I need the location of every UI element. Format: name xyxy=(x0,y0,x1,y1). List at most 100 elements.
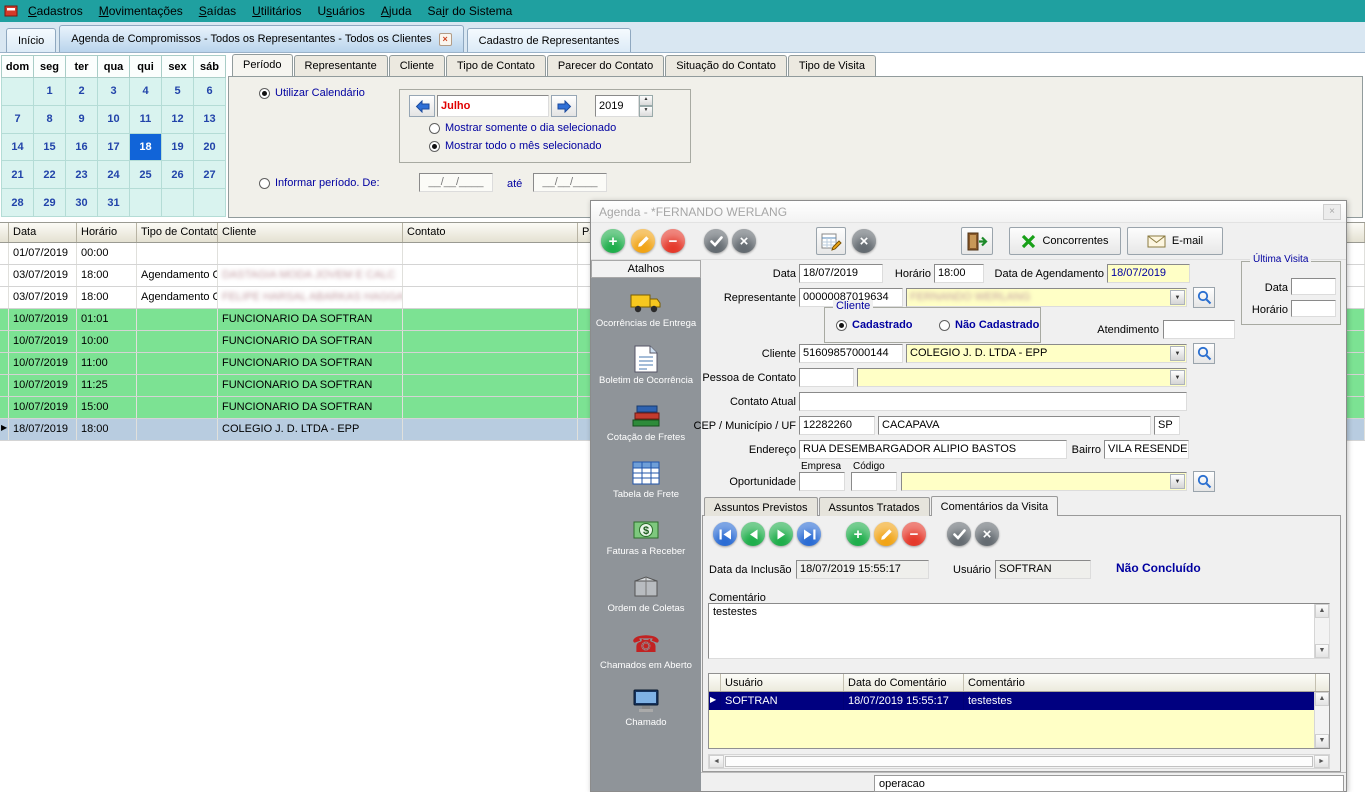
bairro-field[interactable]: VILA RESENDE xyxy=(1104,440,1189,459)
cancel-button[interactable]: × xyxy=(732,229,756,253)
comment-row[interactable]: ▶SOFTRAN18/07/2019 15:55:17testestes xyxy=(709,692,1314,710)
cep-field[interactable]: 12282260 xyxy=(799,416,875,435)
ultima-visita-data-field[interactable] xyxy=(1291,278,1336,295)
oportunidade-empresa-field[interactable] xyxy=(799,472,845,491)
calendar-day[interactable]: 27 xyxy=(194,161,226,189)
oportunidade-codigo-field[interactable] xyxy=(851,472,897,491)
radio-nao-cadastrado[interactable]: Não Cadastrado xyxy=(939,319,1039,331)
menu-item[interactable]: Saídas xyxy=(191,2,244,20)
visit-tab-0[interactable]: Assuntos Previstos xyxy=(704,497,818,516)
concorrentes-button[interactable]: Concorrentes xyxy=(1009,227,1121,255)
dialog-titlebar[interactable]: Agenda - *FERNANDO WERLANG xyxy=(591,201,1346,223)
calendar-day[interactable]: 29 xyxy=(34,189,66,217)
oportunidade-combo[interactable]: ▼ xyxy=(901,472,1187,491)
shortcut-item[interactable]: Ocorrências de Entrega xyxy=(592,288,700,329)
cancel-comment-button[interactable]: × xyxy=(975,522,999,546)
shortcut-item[interactable]: Boletim de Ocorrência xyxy=(592,345,700,386)
shortcut-item[interactable]: Tabela de Frete xyxy=(592,459,700,500)
cliente-combo[interactable]: COLEGIO J. D. LTDA - EPP ▼ xyxy=(906,344,1187,363)
close-agenda-button[interactable]: × xyxy=(852,229,876,253)
calendar-day[interactable]: 15 xyxy=(34,133,66,161)
cliente-search-button[interactable] xyxy=(1193,343,1215,364)
comments-column-header[interactable]: Data do Comentário xyxy=(844,674,964,691)
visit-tab-1[interactable]: Assuntos Tratados xyxy=(819,497,930,516)
agendamento-field[interactable]: 18/07/2019 xyxy=(1107,264,1190,283)
first-record-button[interactable] xyxy=(713,522,737,546)
radio-utilizar-calendario[interactable]: Utilizar Calendário xyxy=(259,87,365,99)
workspace-tab[interactable]: Início xyxy=(6,28,56,52)
representante-combo[interactable]: FERNANDO WERLANG ▼ xyxy=(906,288,1187,307)
scroll-right-icon[interactable]: ► xyxy=(1314,755,1329,768)
filter-tab-0[interactable]: Período xyxy=(232,54,293,76)
shortcut-item[interactable]: Chamado xyxy=(592,687,700,728)
uf-field[interactable]: SP xyxy=(1154,416,1180,435)
ultima-visita-horario-field[interactable] xyxy=(1291,300,1336,317)
scroll-left-icon[interactable]: ◄ xyxy=(709,755,724,768)
horario-field[interactable]: 18:00 xyxy=(934,264,984,283)
email-button[interactable]: E-mail xyxy=(1127,227,1223,255)
contato-atual-field[interactable] xyxy=(799,392,1187,411)
comments-grid-hscroll[interactable]: ◄ ► xyxy=(708,754,1330,769)
comments-column-header[interactable]: Usuário xyxy=(721,674,844,691)
filter-tab-3[interactable]: Tipo de Contato xyxy=(446,55,546,76)
shortcut-item[interactable]: Ordem de Coletas xyxy=(592,573,700,614)
year-spinner[interactable]: ▲▼ xyxy=(639,95,653,117)
representante-search-button[interactable] xyxy=(1193,287,1215,308)
filter-tab-4[interactable]: Parecer do Contato xyxy=(547,55,664,76)
spin-down-icon[interactable]: ▼ xyxy=(639,106,653,117)
filter-tab-6[interactable]: Tipo de Visita xyxy=(788,55,876,76)
atendimento-field[interactable] xyxy=(1163,320,1235,339)
edit-comment-button[interactable] xyxy=(874,522,898,546)
calendar-day[interactable]: 25 xyxy=(130,161,162,189)
calendar-day[interactable]: 23 xyxy=(66,161,98,189)
menu-item[interactable]: Utilitários xyxy=(244,2,309,20)
calendar-day[interactable]: 21 xyxy=(2,161,34,189)
grid-column-header[interactable]: Data xyxy=(9,223,77,242)
menu-item[interactable]: Usuários xyxy=(309,2,372,20)
month-field[interactable]: Julho xyxy=(437,95,549,117)
scroll-up-icon[interactable]: ▲ xyxy=(1315,692,1329,706)
tab-close-icon[interactable]: × xyxy=(439,33,452,46)
endereco-field[interactable]: RUA DESEMBARGADOR ALIPIO BASTOS xyxy=(799,440,1067,459)
calendar-day[interactable]: 6 xyxy=(194,78,226,106)
workspace-tab[interactable]: Cadastro de Representantes xyxy=(467,28,632,52)
year-field[interactable]: 2019 xyxy=(595,95,639,117)
calendar-day[interactable]: 31 xyxy=(98,189,130,217)
menu-item[interactable]: Cadastros xyxy=(20,2,91,20)
exit-button[interactable] xyxy=(961,227,993,255)
radio-informar-periodo[interactable]: Informar período. De: xyxy=(259,177,380,189)
filter-tab-2[interactable]: Cliente xyxy=(389,55,445,76)
menu-item[interactable]: Sair do Sistema xyxy=(420,2,521,20)
radio-mostrar-dia[interactable]: Mostrar somente o dia selecionado xyxy=(429,122,616,134)
chevron-down-icon[interactable]: ▼ xyxy=(1170,474,1185,489)
hscroll-thumb[interactable] xyxy=(725,756,1313,767)
textarea-vscroll[interactable]: ▲ ▼ xyxy=(1314,604,1329,658)
prev-month-button[interactable] xyxy=(409,95,435,117)
calendar-day[interactable]: 16 xyxy=(66,133,98,161)
confirm-button[interactable] xyxy=(704,229,728,253)
calendar-day[interactable]: 13 xyxy=(194,105,226,133)
next-month-button[interactable] xyxy=(551,95,577,117)
data-field[interactable]: 18/07/2019 xyxy=(799,264,883,283)
edit-button[interactable] xyxy=(631,229,655,253)
scroll-down-icon[interactable]: ▼ xyxy=(1315,644,1329,658)
calendar-day[interactable]: 26 xyxy=(162,161,194,189)
scroll-down-icon[interactable]: ▼ xyxy=(1315,734,1329,748)
comentario-textarea[interactable]: testestes ▲ ▼ xyxy=(708,603,1330,659)
add-comment-button[interactable]: + xyxy=(846,522,870,546)
filter-tab-1[interactable]: Representante xyxy=(294,55,388,76)
calendar-day[interactable]: 5 xyxy=(162,78,194,106)
calendar-day[interactable]: 19 xyxy=(162,133,194,161)
last-record-button[interactable] xyxy=(797,522,821,546)
chevron-down-icon[interactable]: ▼ xyxy=(1170,290,1185,305)
add-button[interactable]: + xyxy=(601,229,625,253)
period-to-field[interactable]: __/__/____ xyxy=(533,173,607,192)
filter-tab-5[interactable]: Situação do Contato xyxy=(665,55,787,76)
dialog-close-button[interactable]: × xyxy=(1323,204,1341,220)
shortcut-item[interactable]: Cotação de Fretes xyxy=(592,402,700,443)
calendar-day[interactable]: 7 xyxy=(2,105,34,133)
calendar-day[interactable]: 12 xyxy=(162,105,194,133)
grid-column-header[interactable]: Contato xyxy=(403,223,578,242)
radio-cadastrado[interactable]: Cadastrado xyxy=(836,319,913,331)
workspace-tab[interactable]: Agenda de Compromissos - Todos os Repres… xyxy=(59,25,463,52)
